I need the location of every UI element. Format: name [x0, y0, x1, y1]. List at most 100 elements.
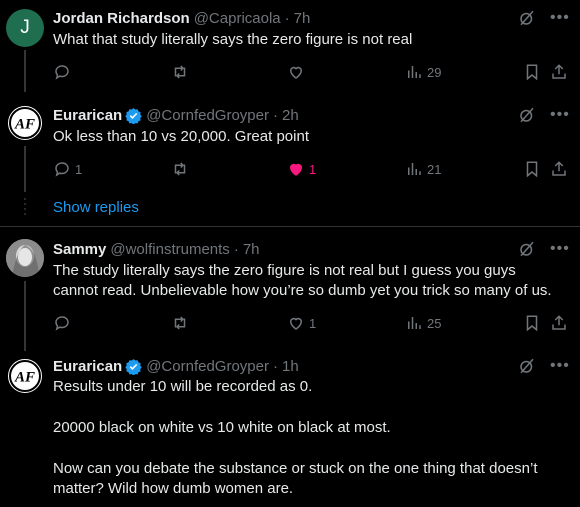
- thread-line: [24, 146, 26, 192]
- reply-button[interactable]: 1: [53, 159, 82, 179]
- share-button[interactable]: [550, 62, 568, 82]
- timestamp[interactable]: 2h: [282, 107, 299, 124]
- retweet-button[interactable]: [171, 313, 189, 333]
- avatar[interactable]: AF: [6, 357, 44, 395]
- retweet-icon: [174, 65, 186, 79]
- bookmark-button[interactable]: [523, 313, 541, 333]
- tweet-text: What that study literally says the zero …: [53, 31, 413, 48]
- tweet-jordan[interactable]: J Jordan Richardson @Capricaola · 7h •••…: [0, 0, 580, 92]
- views-count: 25: [427, 315, 442, 331]
- action-bar: 29: [53, 62, 568, 82]
- svg-text:AF: AF: [14, 370, 35, 386]
- avatar[interactable]: [6, 239, 44, 277]
- thread-line: [24, 50, 26, 92]
- thread-line: [24, 281, 26, 351]
- tweet-text: The study literally says the zero figure…: [53, 261, 565, 301]
- bookmark-icon: [526, 315, 538, 332]
- views-icon: [408, 317, 421, 329]
- share-button[interactable]: [550, 159, 568, 179]
- handle[interactable]: @Capricaola: [194, 10, 281, 27]
- tweet-paragraph: 20000 black on white vs 10 white on blac…: [53, 419, 391, 436]
- display-name[interactable]: Sammy: [53, 241, 106, 258]
- tweet-header: Jordan Richardson @Capricaola · 7h: [53, 8, 310, 28]
- views-count: 21: [427, 161, 442, 177]
- more-icon[interactable]: •••: [550, 240, 569, 258]
- verified-badge-icon: [125, 107, 142, 124]
- retweet-button[interactable]: [171, 62, 189, 82]
- tweet-text-line: cannot read. Unbelievable how you’re so …: [53, 282, 552, 299]
- grok-icon[interactable]: [518, 9, 536, 27]
- display-name[interactable]: Eurarican: [53, 107, 122, 124]
- reply-button[interactable]: [53, 62, 71, 82]
- heart-icon: [289, 163, 303, 176]
- tweet-text: Ok less than 10 vs 20,000. Great point: [53, 128, 309, 145]
- tweet-header: Sammy @wolfinstruments · 7h: [53, 239, 260, 259]
- separator: ·: [272, 106, 278, 124]
- share-icon: [552, 64, 566, 79]
- show-replies-link[interactable]: Show replies: [53, 199, 139, 216]
- tweet-eurarican-1[interactable]: AF Eurarican @CornfedGroyper · 2h ••• Ok…: [0, 92, 580, 192]
- like-button[interactable]: 1: [287, 313, 316, 333]
- tweet-paragraph: Results under 10 will be recorded as 0.: [53, 378, 313, 395]
- tweet-top-icons: •••: [518, 240, 569, 258]
- handle[interactable]: @wolfinstruments: [110, 241, 229, 258]
- timestamp[interactable]: 1h: [282, 358, 299, 375]
- display-name[interactable]: Eurarican: [53, 358, 122, 375]
- grok-icon[interactable]: [518, 106, 536, 124]
- grok-icon[interactable]: [518, 240, 536, 258]
- bookmark-icon: [526, 161, 538, 178]
- tweet-text-line: The study literally says the zero figure…: [53, 262, 516, 279]
- bookmark-button[interactable]: [523, 159, 541, 179]
- retweet-icon: [174, 316, 186, 330]
- tweet-text: Results under 10 will be recorded as 0. …: [53, 377, 565, 499]
- separator: ·: [272, 357, 278, 375]
- reply-thread: J Jordan Richardson @Capricaola · 7h •••…: [0, 0, 580, 507]
- views-icon: [408, 163, 421, 175]
- retweet-button[interactable]: [171, 159, 189, 179]
- reply-button[interactable]: [53, 313, 71, 333]
- views-button[interactable]: 25: [405, 313, 441, 333]
- separator: ·: [284, 9, 290, 27]
- like-count: 1: [309, 161, 317, 177]
- af-logo: AF: [9, 360, 41, 392]
- reply-icon: [55, 162, 69, 177]
- more-icon[interactable]: •••: [550, 106, 569, 124]
- tweet-top-icons: •••: [518, 357, 569, 375]
- share-button[interactable]: [550, 313, 568, 333]
- action-bar: 1 1 21: [53, 159, 568, 179]
- retweet-icon: [174, 162, 186, 176]
- handle[interactable]: @CornfedGroyper: [146, 358, 269, 375]
- svg-text:AF: AF: [14, 117, 35, 133]
- reply-icon: [55, 316, 69, 331]
- bookmark-button[interactable]: [523, 62, 541, 82]
- timestamp[interactable]: 7h: [243, 241, 260, 258]
- verified-badge-icon: [125, 358, 142, 375]
- display-name[interactable]: Jordan Richardson: [53, 10, 190, 27]
- reply-icon: [55, 65, 69, 80]
- thread-dots: [23, 198, 27, 218]
- views-count: 29: [427, 64, 442, 80]
- more-icon[interactable]: •••: [550, 9, 569, 27]
- timestamp[interactable]: 7h: [294, 10, 311, 27]
- like-button[interactable]: [287, 62, 305, 82]
- avatar[interactable]: J: [6, 9, 44, 47]
- avatar-letter: J: [20, 17, 30, 38]
- like-button[interactable]: 1: [287, 159, 316, 179]
- reply-count: 1: [75, 161, 83, 177]
- views-icon: [408, 66, 421, 78]
- avatar-photo: [6, 239, 44, 277]
- bookmark-icon: [526, 64, 538, 81]
- handle[interactable]: @CornfedGroyper: [146, 107, 269, 124]
- avatar[interactable]: AF: [6, 104, 44, 142]
- views-button[interactable]: 29: [405, 62, 441, 82]
- share-icon: [552, 161, 566, 176]
- tweet-header: Eurarican @CornfedGroyper · 1h: [53, 356, 299, 376]
- views-button[interactable]: 21: [405, 159, 441, 179]
- tweet-paragraph: Now can you debate the substance or stuc…: [53, 460, 538, 497]
- tweet-header: Eurarican @CornfedGroyper · 2h: [53, 105, 299, 125]
- tweet-sammy[interactable]: Sammy @wolfinstruments · 7h ••• The stud…: [0, 227, 580, 351]
- more-icon[interactable]: •••: [550, 357, 569, 375]
- grok-icon[interactable]: [518, 357, 536, 375]
- tweet-eurarican-2[interactable]: AF Eurarican @CornfedGroyper · 1h ••• Re…: [0, 351, 580, 507]
- heart-icon: [289, 317, 303, 330]
